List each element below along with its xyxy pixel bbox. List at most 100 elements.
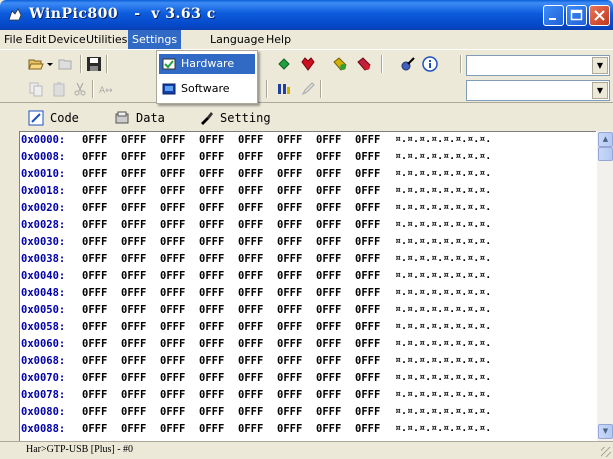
hex-word[interactable]: 0FFF [199, 287, 224, 299]
hex-word[interactable]: 0FFF [277, 168, 302, 180]
menu-edit[interactable]: Edit [25, 33, 46, 46]
hex-word[interactable]: 0FFF [82, 202, 107, 214]
hex-word[interactable]: 0FFF [199, 389, 224, 401]
hex-word[interactable]: 0FFF [277, 185, 302, 197]
maximize-button[interactable] [566, 5, 587, 26]
hex-word[interactable]: 0FFF [82, 236, 107, 248]
hex-word[interactable]: 0FFF [199, 338, 224, 350]
hex-word[interactable]: 0FFF [199, 355, 224, 367]
hex-word[interactable]: 0FFF [121, 151, 146, 163]
menu-item-hardware[interactable]: Hardware [159, 54, 255, 74]
hex-word[interactable]: 0FFF [355, 202, 380, 214]
hex-word[interactable]: 0FFF [355, 321, 380, 333]
menu-language[interactable]: Language [210, 33, 264, 46]
hex-word[interactable]: 0FFF [355, 134, 380, 146]
hex-word[interactable]: 0FFF [238, 287, 263, 299]
device-model-combo[interactable]: ▼ [466, 80, 610, 101]
menu-settings[interactable]: Settings [128, 30, 182, 49]
hex-word[interactable]: 0FFF [82, 168, 107, 180]
hex-word[interactable]: 0FFF [355, 355, 380, 367]
hex-word[interactable]: 0FFF [160, 219, 185, 231]
hex-word[interactable]: 0FFF [82, 270, 107, 282]
hex-word[interactable]: 0FFF [82, 372, 107, 384]
menu-file[interactable]: File [4, 33, 22, 46]
hex-word[interactable]: 0FFF [160, 253, 185, 265]
hex-word[interactable]: 0FFF [121, 372, 146, 384]
hex-word[interactable]: 0FFF [238, 338, 263, 350]
hex-word[interactable]: 0FFF [277, 219, 302, 231]
hex-word[interactable]: 0FFF [316, 236, 341, 248]
hex-word[interactable]: 0FFF [160, 168, 185, 180]
hex-word[interactable]: 0FFF [160, 406, 185, 418]
hex-word[interactable]: 0FFF [82, 304, 107, 316]
hex-word[interactable]: 0FFF [199, 304, 224, 316]
hex-word[interactable]: 0FFF [355, 338, 380, 350]
hex-word[interactable]: 0FFF [199, 321, 224, 333]
hex-word[interactable]: 0FFF [238, 236, 263, 248]
hex-word[interactable]: 0FFF [355, 168, 380, 180]
hex-word[interactable]: 0FFF [199, 253, 224, 265]
hex-word[interactable]: 0FFF [355, 219, 380, 231]
hex-word[interactable]: 0FFF [199, 219, 224, 231]
hex-word[interactable]: 0FFF [238, 355, 263, 367]
hex-word[interactable]: 0FFF [82, 134, 107, 146]
hex-word[interactable]: 0FFF [199, 151, 224, 163]
hex-word[interactable]: 0FFF [277, 287, 302, 299]
chevron-down-icon[interactable]: ▼ [592, 82, 608, 99]
hex-word[interactable]: 0FFF [121, 185, 146, 197]
hex-word[interactable]: 0FFF [160, 236, 185, 248]
chevron-down-icon[interactable] [46, 56, 54, 72]
hex-word[interactable]: 0FFF [277, 270, 302, 282]
hex-word[interactable]: 0FFF [160, 185, 185, 197]
hex-word[interactable]: 0FFF [277, 134, 302, 146]
save-icon[interactable] [86, 56, 102, 72]
hex-word[interactable]: 0FFF [121, 168, 146, 180]
hex-word[interactable]: 0FFF [316, 389, 341, 401]
hex-word[interactable]: 0FFF [160, 151, 185, 163]
hex-word[interactable]: 0FFF [277, 253, 302, 265]
hex-word[interactable]: 0FFF [316, 338, 341, 350]
hex-word[interactable]: 0FFF [316, 287, 341, 299]
menu-device[interactable]: Device [48, 33, 86, 46]
hex-word[interactable]: 0FFF [316, 219, 341, 231]
hex-word[interactable]: 0FFF [238, 151, 263, 163]
hex-word[interactable]: 0FFF [355, 406, 380, 418]
erase-device-icon[interactable] [356, 56, 372, 72]
hex-word[interactable]: 0FFF [160, 355, 185, 367]
hex-word[interactable]: 0FFF [82, 287, 107, 299]
scroll-down-button[interactable]: ▼ [598, 424, 613, 439]
hex-word[interactable]: 0FFF [316, 372, 341, 384]
hex-word[interactable]: 0FFF [199, 372, 224, 384]
hex-word[interactable]: 0FFF [82, 219, 107, 231]
hex-word[interactable]: 0FFF [277, 236, 302, 248]
hex-word[interactable]: 0FFF [121, 355, 146, 367]
detect-device-icon[interactable] [400, 56, 416, 72]
hex-word[interactable]: 0FFF [121, 270, 146, 282]
hex-word[interactable]: 0FFF [316, 270, 341, 282]
hex-word[interactable]: 0FFF [121, 321, 146, 333]
hex-word[interactable]: 0FFF [160, 338, 185, 350]
hex-word[interactable]: 0FFF [277, 338, 302, 350]
scroll-thumb[interactable] [598, 147, 613, 161]
hex-word[interactable]: 0FFF [160, 372, 185, 384]
hex-word[interactable]: 0FFF [316, 134, 341, 146]
device-family-combo[interactable]: ▼ [466, 55, 610, 76]
hex-word[interactable]: 0FFF [160, 321, 185, 333]
hex-word[interactable]: 0FFF [277, 202, 302, 214]
hex-word[interactable]: 0FFF [121, 406, 146, 418]
hex-word[interactable]: 0FFF [316, 304, 341, 316]
hex-word[interactable]: 0FFF [238, 253, 263, 265]
hex-word[interactable]: 0FFF [82, 389, 107, 401]
hex-word[interactable]: 0FFF [82, 151, 107, 163]
hex-word[interactable]: 0FFF [316, 406, 341, 418]
hex-word[interactable]: 0FFF [316, 423, 341, 435]
hex-word[interactable]: 0FFF [121, 134, 146, 146]
hex-word[interactable]: 0FFF [355, 151, 380, 163]
hex-word[interactable]: 0FFF [160, 389, 185, 401]
hex-word[interactable]: 0FFF [238, 372, 263, 384]
hex-word[interactable]: 0FFF [277, 151, 302, 163]
hex-word[interactable]: 0FFF [238, 219, 263, 231]
resize-grip[interactable] [601, 447, 611, 457]
hex-word[interactable]: 0FFF [199, 185, 224, 197]
hex-word[interactable]: 0FFF [277, 389, 302, 401]
